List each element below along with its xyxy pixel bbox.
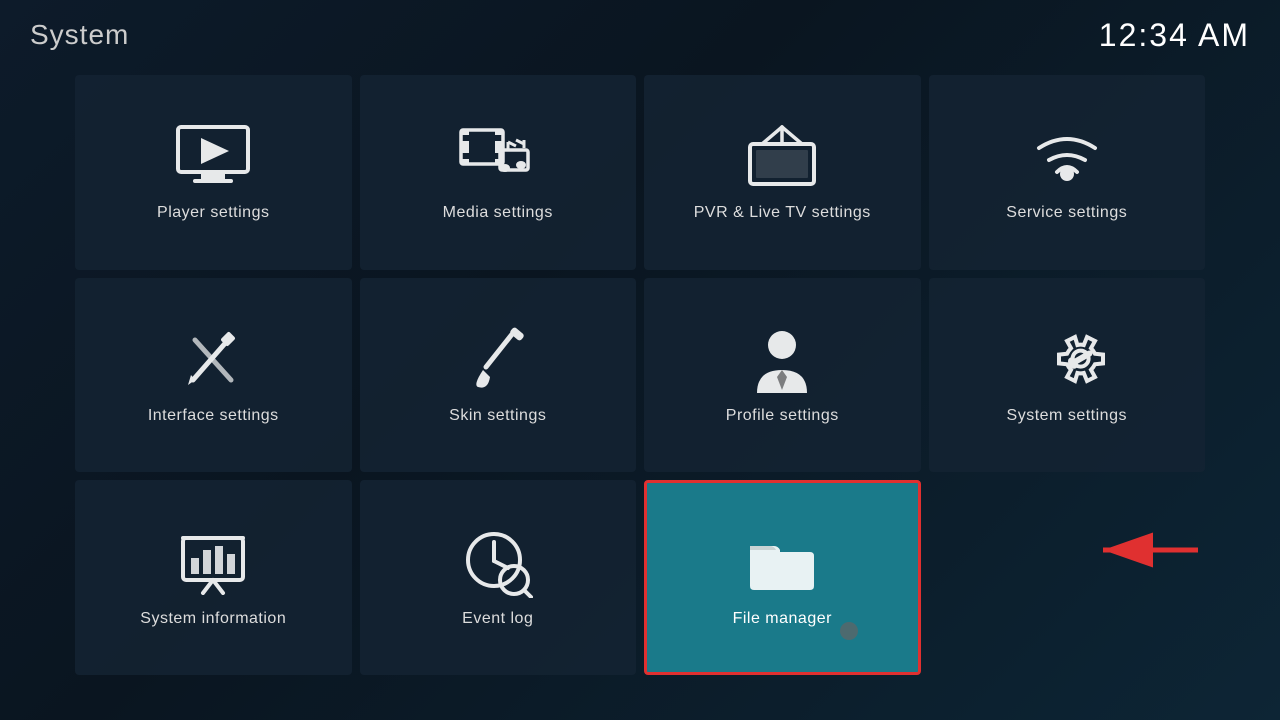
tile-player-settings[interactable]: Player settings [75,75,352,270]
tile-interface-settings[interactable]: Interface settings [75,278,352,473]
pvr-icon [742,122,822,192]
player-icon [173,122,253,192]
eventlog-icon [458,528,538,598]
skin-settings-label: Skin settings [449,407,546,425]
service-icon [1027,122,1107,192]
profile-settings-label: Profile settings [726,407,839,425]
arrow-indicator [1088,520,1208,585]
profile-icon [742,325,822,395]
media-settings-label: Media settings [443,204,553,222]
tile-skin-settings[interactable]: Skin settings [360,278,637,473]
service-settings-label: Service settings [1006,204,1127,222]
header: System 12:34 AM [0,0,1280,70]
filemanager-icon [742,528,822,598]
tile-system-settings[interactable]: System settings [929,278,1206,473]
tile-event-log[interactable]: Event log [360,480,637,675]
pvr-settings-label: PVR & Live TV settings [694,204,871,222]
tile-system-information[interactable]: System information [75,480,352,675]
tile-pvr-settings[interactable]: PVR & Live TV settings [644,75,921,270]
clock: 12:34 AM [1099,17,1250,54]
tile-profile-settings[interactable]: Profile settings [644,278,921,473]
interface-icon [173,325,253,395]
file-manager-label: File manager [733,610,832,628]
interface-settings-label: Interface settings [148,407,279,425]
system-settings-label: System settings [1007,407,1127,425]
media-icon [458,122,538,192]
settings-grid: Player settings Me [75,75,1205,675]
sysinfo-icon [173,528,253,598]
skin-icon [458,325,538,395]
event-log-label: Event log [462,610,533,628]
cursor [840,622,858,640]
tile-media-settings[interactable]: Media settings [360,75,637,270]
player-settings-label: Player settings [157,204,269,222]
system-settings-icon [1027,325,1107,395]
tile-file-manager[interactable]: File manager [644,480,921,675]
app-title: System [30,19,129,51]
tile-service-settings[interactable]: Service settings [929,75,1206,270]
system-information-label: System information [140,610,286,628]
